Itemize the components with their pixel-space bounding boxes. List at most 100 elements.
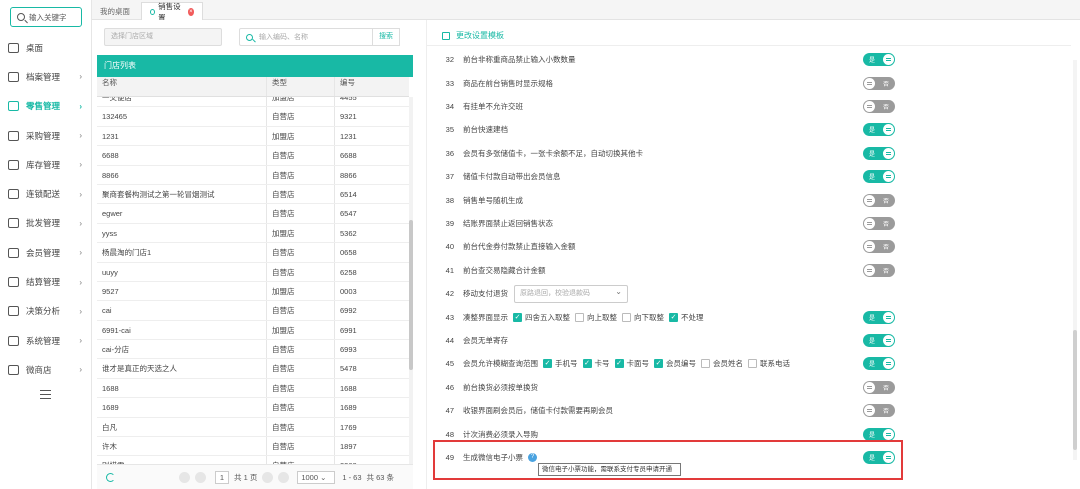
table-row[interactable]: 聚商套餐构测试之第一轮冒烟测试 自营店 6514: [97, 184, 409, 205]
table-row[interactable]: 132465 自营店 9321: [97, 107, 409, 127]
sidebar-item-4[interactable]: 库存管理 ›: [0, 150, 92, 179]
setting-checkbox[interactable]: ✓ 四舍五入取整: [513, 312, 570, 323]
store-search-input[interactable]: 输入编码、名称: [239, 28, 373, 46]
setting-toggle[interactable]: 是: [863, 53, 895, 67]
setting-row-40: 40 前台代金券付款禁止直接输入金额 否: [427, 235, 1067, 258]
store-name: 6991-cai: [97, 320, 267, 340]
prev-page-button[interactable]: [195, 471, 206, 483]
sidebar-item-0[interactable]: 桌面: [0, 33, 92, 62]
refresh-icon[interactable]: [106, 472, 115, 482]
checkbox-icon[interactable]: ✓: [582, 359, 592, 369]
table-row[interactable]: yyss 加盟店 5362: [97, 223, 409, 244]
setting-toggle[interactable]: 是: [863, 170, 895, 184]
table-row[interactable]: 白凡 自营店 1769: [97, 417, 409, 438]
toggle-knob-icon: [864, 194, 875, 206]
sidebar-item-11[interactable]: 微商店 ›: [0, 355, 92, 384]
setting-toggle[interactable]: 否: [863, 99, 895, 113]
setting-toggle[interactable]: 否: [863, 193, 895, 207]
sidebar-item-6[interactable]: 批发管理 ›: [0, 209, 92, 238]
setting-row-37: 37 储值卡付款自动带出会员信息 是: [427, 165, 1067, 188]
table-row[interactable]: 9527 加盟店 0003: [97, 281, 409, 302]
page-size-select[interactable]: 1000 ⌄: [297, 470, 336, 484]
tab-sales-settings[interactable]: 销售设置 ×: [141, 2, 203, 22]
settings-scrollbar[interactable]: [1073, 60, 1077, 460]
setting-checkbox[interactable]: ✓ 手机号: [543, 358, 578, 369]
setting-toggle[interactable]: 否: [863, 404, 895, 418]
page-number-input[interactable]: 1: [215, 470, 229, 484]
table-row[interactable]: 别惜雪自营店2268: [97, 456, 409, 464]
setting-checkbox[interactable]: ✓ 卡面号: [614, 358, 649, 369]
sidebar-item-7[interactable]: 会员管理 ›: [0, 238, 92, 267]
toggle-on-label: 是: [869, 151, 876, 158]
table-row[interactable]: 1688 自营店 1688: [97, 378, 409, 399]
next-page-button[interactable]: [262, 471, 274, 483]
table-row[interactable]: uuyy 自营店 6258: [97, 262, 409, 282]
store-type: 自营店: [267, 146, 335, 165]
table-row[interactable]: cai-分店 自营店 6993: [97, 340, 409, 360]
setting-checkbox[interactable]: 向下取整: [622, 312, 664, 323]
store-area-select[interactable]: 选择门店区域: [104, 28, 222, 46]
setting-checkbox[interactable]: 会员姓名: [701, 358, 743, 369]
checkbox-icon[interactable]: [622, 312, 631, 322]
store-type: 加盟店: [267, 97, 335, 107]
setting-checkbox[interactable]: ✓ 不处理: [669, 312, 704, 323]
close-tab-icon[interactable]: ×: [187, 7, 194, 16]
setting-toggle[interactable]: 是: [863, 427, 895, 441]
checkbox-icon[interactable]: ✓: [669, 312, 678, 322]
table-row[interactable]: 谁才是真正的天选之人 自营店 5478: [97, 359, 409, 379]
store-table-scroll-thumb[interactable]: [409, 220, 413, 370]
checkbox-icon[interactable]: ✓: [614, 359, 624, 369]
table-row[interactable]: 8866 自营店 8866: [97, 165, 409, 185]
column-header-code[interactable]: 编号: [335, 77, 409, 96]
checkbox-icon[interactable]: ✓: [513, 312, 522, 322]
sidebar-item-2[interactable]: 零售管理 ›: [0, 92, 92, 121]
table-row[interactable]: 杨晨淘的门店1 自营店 0658: [97, 243, 409, 263]
setting-toggle[interactable]: 是: [863, 146, 895, 160]
setting-toggle[interactable]: 是: [863, 310, 895, 324]
table-row[interactable]: 1689 自营店 1689: [97, 398, 409, 418]
sidebar-search-input[interactable]: 输入关键字: [10, 7, 82, 27]
checkbox-icon[interactable]: ✓: [654, 359, 663, 369]
sidebar-item-10[interactable]: 系统管理 ›: [0, 326, 92, 355]
change-template-link[interactable]: 更改设置模板: [427, 26, 1071, 46]
sidebar-item-8[interactable]: 结算管理 ›: [0, 267, 92, 296]
checkbox-icon[interactable]: [748, 359, 757, 369]
settings-scroll-thumb[interactable]: [1073, 330, 1077, 450]
sidebar-item-1[interactable]: 档案管理 ›: [0, 62, 92, 91]
last-page-button[interactable]: [278, 471, 290, 483]
sidebar-item-5[interactable]: 连锁配送 ›: [0, 179, 92, 208]
table-row[interactable]: 一交便店 加盟店 4455: [97, 97, 409, 108]
setting-checkbox[interactable]: 联系电话: [748, 358, 790, 369]
table-row[interactable]: 6991-cai 加盟店 6991: [97, 320, 409, 341]
table-row[interactable]: 6688 自营店 6688: [97, 146, 409, 166]
setting-checkbox[interactable]: 向上取整: [575, 312, 617, 323]
collapse-menu-icon[interactable]: [40, 390, 51, 401]
refund-method-select[interactable]: 原路退回，校验退款码: [514, 284, 628, 303]
column-header-name[interactable]: 名称: [97, 77, 267, 96]
table-row[interactable]: 1231 加盟店 1231: [97, 126, 409, 147]
setting-toggle[interactable]: 否: [863, 216, 895, 230]
store-code: 2268: [335, 456, 409, 464]
checkbox-icon[interactable]: [575, 312, 584, 322]
table-row[interactable]: egwer 自营店 6547: [97, 204, 409, 224]
first-page-button[interactable]: [179, 471, 190, 483]
tab-home[interactable]: 我的桌面: [92, 2, 140, 20]
setting-toggle[interactable]: 否: [863, 263, 895, 277]
setting-toggle[interactable]: 否: [863, 380, 895, 394]
setting-toggle[interactable]: 是: [863, 333, 895, 347]
table-row[interactable]: 许木 自营店 1897: [97, 437, 409, 457]
sidebar-item-3[interactable]: 采购管理 ›: [0, 121, 92, 150]
sidebar-item-label: 结算管理: [26, 277, 61, 288]
setting-toggle[interactable]: 否: [863, 240, 895, 254]
checkbox-icon[interactable]: ✓: [543, 359, 552, 369]
setting-toggle[interactable]: 否: [863, 76, 895, 90]
sidebar-item-9[interactable]: 决策分析 ›: [0, 297, 92, 326]
setting-checkbox[interactable]: ✓ 卡号: [582, 358, 610, 369]
checkbox-icon[interactable]: [701, 359, 710, 369]
setting-toggle[interactable]: 是: [863, 123, 895, 137]
column-header-type[interactable]: 类型: [267, 77, 335, 96]
store-search-button[interactable]: 搜索: [373, 28, 400, 46]
setting-checkbox[interactable]: ✓ 会员编号: [654, 358, 696, 369]
table-row[interactable]: cai 自营店 6992: [97, 301, 409, 321]
setting-toggle[interactable]: 是: [863, 357, 895, 371]
